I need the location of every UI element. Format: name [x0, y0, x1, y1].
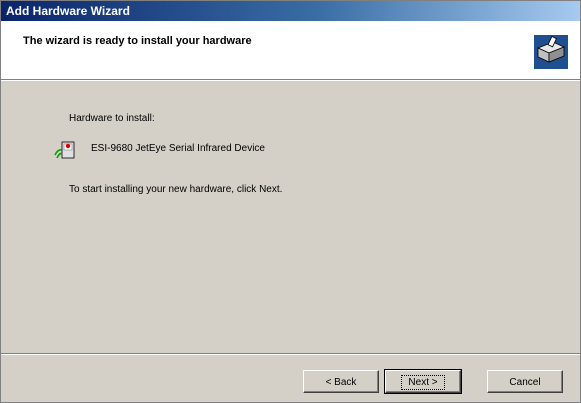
- device-name: ESI-9680 JetEye Serial Infrared Device: [91, 143, 265, 154]
- next-button-label: Next >: [401, 375, 445, 390]
- back-button[interactable]: < Back: [303, 370, 379, 393]
- cancel-button[interactable]: Cancel: [487, 370, 563, 393]
- infrared-device-icon: [54, 141, 75, 159]
- header-divider: [1, 80, 580, 81]
- cancel-button-label: Cancel: [509, 377, 541, 388]
- button-separator-highlight: [1, 354, 580, 355]
- wizard-header: The wizard is ready to install your hard…: [1, 21, 580, 80]
- wizard-window: Add Hardware Wizard The wizard is ready …: [0, 0, 581, 403]
- hardware-to-install-label: Hardware to install:: [69, 113, 155, 124]
- instruction-text: To start installing your new hardware, c…: [69, 184, 283, 195]
- window-title: Add Hardware Wizard: [6, 4, 130, 18]
- next-button[interactable]: Next >: [384, 369, 462, 394]
- header-title: The wizard is ready to install your hard…: [23, 35, 252, 47]
- back-button-label: < Back: [325, 377, 357, 388]
- title-bar[interactable]: Add Hardware Wizard: [1, 1, 580, 21]
- hardware-wizard-icon: [534, 35, 568, 69]
